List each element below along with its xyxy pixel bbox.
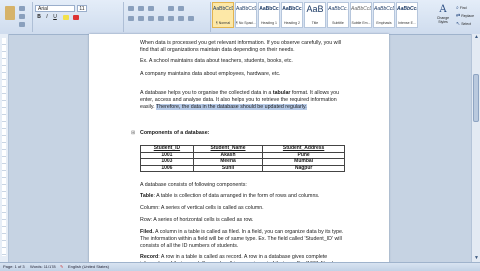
style-normal[interactable]: AaBbCcDc ¶ Normal [212,2,234,28]
term-label: Record [140,254,159,260]
table-cell: 1006 [140,164,194,173]
scroll-up-icon[interactable]: ▲ [472,34,480,41]
styles-gallery: AaBbCcDc ¶ Normal AaBbCcDc ¶ No Spaci...… [212,2,422,32]
italic-button[interactable]: I [44,14,50,20]
sort-icon[interactable] [168,6,174,11]
students-table[interactable]: Student_ID Student_Name Student_Address … [140,145,345,173]
align-left-icon[interactable] [128,16,134,21]
style-name: Heading 1 [261,21,277,25]
table-cell: Nagpur [262,164,345,173]
style-intense-emphasis[interactable]: AaBbCcDc Intense E... [396,2,418,28]
font-color-icon[interactable] [73,15,79,20]
style-name: Subtle Em... [351,21,371,25]
select-icon: ↖ [456,21,461,27]
find-label: Find [459,6,467,10]
style-name: Heading 2 [284,21,300,25]
font-size-box[interactable]: 11 [77,5,87,12]
selected-text: Therefore, the data in the database shou… [156,103,307,110]
paragraph: Column: A series of vertical cells is ca… [140,205,264,211]
style-sample: AaBbCcDc [213,6,233,12]
style-subtle-emphasis[interactable]: AaBbCcDc Subtle Em... [350,2,372,28]
align-center-icon[interactable] [138,16,144,21]
borders-icon[interactable] [188,16,194,21]
change-styles-button[interactable]: A Change Styles [434,4,452,30]
paragraph: Row: A series of horizontal cells is cal… [140,217,254,223]
justify-icon[interactable] [158,16,164,21]
paragraph: A database consists of following compone… [140,182,247,188]
vertical-ruler [0,34,9,262]
style-name: ¶ No Spaci... [236,21,256,25]
style-subtitle[interactable]: AaBbCc. Subtitle [327,2,349,28]
change-styles-label: Change Styles [436,16,450,24]
paragraph: Filed. A column in a table is called as … [140,229,345,249]
paragraph: A company maintains data about employees… [140,71,281,77]
paragraph-group [124,2,211,32]
select-button[interactable]: ↖ Select [456,20,478,28]
style-name: Emphasis [376,21,392,25]
vertical-scrollbar[interactable]: ▲ ▼ [471,34,480,262]
components-heading: Components of a database: [140,130,210,136]
style-heading-2[interactable]: AaBbCc Heading 2 [281,2,303,28]
style-heading-1[interactable]: AaBbCc Heading 1 [258,2,280,28]
style-sample: AaBbCcDc [374,6,394,12]
style-name: Intense E... [398,21,416,25]
pilcrow-icon[interactable] [178,6,184,11]
style-name: Title [311,21,319,25]
bold-button[interactable]: B [36,14,42,20]
format-painter-icon[interactable] [19,22,25,27]
copy-icon[interactable] [19,14,25,19]
term-label: Filed. [140,229,154,235]
style-sample: AaBbCcDc [397,6,417,12]
select-label: Select [461,22,471,26]
text-run: : A table is collection of data arranged… [153,193,320,199]
style-name: ¶ Normal [215,21,231,25]
text-run: A column in a table is called as filed. … [140,229,344,249]
numbering-icon[interactable] [138,6,144,11]
style-sample: AaB [306,4,324,14]
paragraph: Table: A table is collection of data arr… [140,193,345,200]
shading-icon[interactable] [178,16,184,21]
font-name-box[interactable]: Arial [35,5,75,12]
replace-label: Replace [461,14,475,18]
term-label: Table [140,193,154,199]
table-cell: Sunil [192,164,264,173]
style-sample: AaBbCcDc [351,6,371,12]
scroll-thumb[interactable] [473,74,479,122]
paragraph: A database helps you to organise the col… [140,90,345,110]
style-name: Subtitle [332,21,344,25]
table-move-handle-icon[interactable]: ⊞ [131,130,135,136]
style-no-spacing[interactable]: AaBbCcDc ¶ No Spaci... [235,2,257,28]
highlight-icon[interactable] [63,15,69,20]
indent-icon[interactable] [148,6,154,11]
align-right-icon[interactable] [148,16,154,21]
bullets-icon[interactable] [128,6,134,11]
underline-button[interactable]: U [52,14,58,20]
style-sample: AaBbCcDc [236,6,256,12]
style-sample: AaBbCc [282,6,302,12]
style-title[interactable]: AaB Title [304,2,326,28]
line-spacing-icon[interactable] [168,16,174,21]
text-run: A database helps you to organise the col… [140,90,273,96]
binoculars-icon: ⌕ [456,5,459,11]
paragraph: When data is processed you get relevant … [140,40,341,53]
text-run: tabular [272,90,291,96]
find-button[interactable]: ⌕ Find [456,4,478,12]
scroll-down-icon[interactable]: ▼ [472,255,480,262]
font-group: Arial 11 B I U [33,2,124,32]
style-sample: AaBbCc. [328,6,348,12]
table-row: 1006 Sunil Nagpur [140,164,345,173]
style-sample: AaBbCc [259,6,279,12]
clipboard-group [0,2,33,32]
document-page[interactable]: When data is processed you get relevant … [89,34,389,270]
replace-icon: ⇄ [456,13,461,19]
replace-button[interactable]: ⇄ Replace [456,12,478,20]
paste-icon[interactable] [5,6,15,20]
change-styles-icon: A [439,4,447,15]
ribbon: Arial 11 B I U AaBbCcDc ¶ Normal AaBbCcD… [0,0,480,35]
cut-icon[interactable] [19,6,25,11]
editing-group: ⌕ Find ⇄ Replace ↖ Select [456,4,478,28]
paragraph: Ex. A school maintains data about teache… [140,58,293,64]
style-emphasis[interactable]: AaBbCcDc Emphasis [373,2,395,28]
